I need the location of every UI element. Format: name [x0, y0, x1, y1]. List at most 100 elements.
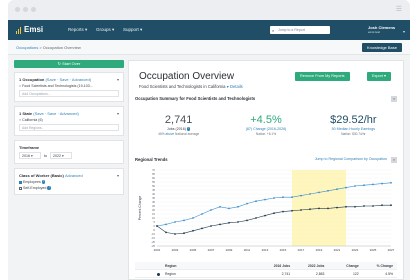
- export-button[interactable]: Export ▾: [367, 72, 391, 81]
- remove-x-icon[interactable]: ×: [19, 84, 21, 88]
- stat-earnings-label: 50 Median Hourly Earnings: [331, 127, 375, 131]
- timeframe-title: Timeframe: [19, 145, 40, 150]
- chart-svg: -25-20-15-10-505101520253035404550556065…: [138, 168, 395, 252]
- info-icon[interactable]: i: [41, 180, 46, 184]
- y-tick-label: 15: [152, 212, 155, 216]
- chevron-down-icon[interactable]: ▾: [403, 29, 405, 34]
- series-point-1: [219, 223, 221, 226]
- x-tick-label: 2001: [154, 248, 161, 252]
- chevron-down-icon[interactable]: ▾: [117, 111, 119, 116]
- employees-label: Employees: [23, 180, 41, 184]
- collapse-icon[interactable]: ≡: [391, 96, 397, 102]
- stat-earnings-value: $29.52/hr: [330, 114, 377, 126]
- y-tick-label: 20: [152, 208, 155, 212]
- chevron-down-icon[interactable]: ▾: [117, 77, 119, 82]
- series-point-1: [273, 212, 275, 215]
- series-line-0: [156, 182, 392, 227]
- minimize-dot-icon[interactable]: [23, 7, 28, 12]
- series-point-0: [327, 189, 329, 192]
- add-region-input[interactable]: Add Regions...: [19, 124, 119, 131]
- series-point-1: [300, 209, 302, 211]
- series-point-0: [300, 194, 302, 197]
- x-tick-label: 2027: [388, 248, 395, 252]
- add-occupation-input[interactable]: Add Occupations...: [19, 90, 119, 97]
- y-tick-label: 5: [154, 220, 156, 224]
- stat-change: +4.5% (87) Change (2016-2026) Nation: +6…: [222, 104, 309, 154]
- report-search-input[interactable]: ⌕ Jump to a Report: [270, 26, 330, 34]
- stat-jobs-note-post: National average: [174, 132, 200, 136]
- series-point-0: [381, 182, 383, 185]
- series-point-1: [255, 217, 257, 219]
- brand-logo[interactable]: Emsi: [16, 25, 43, 34]
- info-icon[interactable]: i: [47, 186, 51, 190]
- breadcrumb-current: Occupation Overview: [42, 45, 81, 50]
- nav-groups[interactable]: Groups ▾: [96, 27, 114, 33]
- close-dot-icon[interactable]: [15, 7, 20, 12]
- y-tick-label: 55: [152, 180, 155, 184]
- emsi-bars-icon: [16, 25, 22, 34]
- menu-icon[interactable]: ☰: [396, 5, 402, 13]
- series-point-1: [165, 231, 167, 234]
- breadcrumb-occupations[interactable]: Occupations: [16, 45, 38, 50]
- series-point-0: [291, 196, 293, 199]
- nav-support[interactable]: Support ▾: [123, 27, 142, 33]
- stat-jobs-note-link: above: [165, 132, 175, 136]
- series-point-1: [327, 207, 329, 210]
- self-employed-checkbox-row[interactable]: Self-Employed i: [19, 186, 119, 190]
- self-employed-checkbox[interactable]: [19, 186, 22, 190]
- brand-name: Emsi: [24, 25, 44, 34]
- user-menu[interactable]: Josh Clemens emsi.test: [368, 25, 395, 35]
- series-point-0: [210, 209, 212, 211]
- y-tick-label: -10: [151, 232, 155, 236]
- state-selected-label: California (6): [22, 118, 43, 122]
- knowledge-base-button[interactable]: Knowledge Base: [361, 43, 402, 52]
- timeframe-from-select[interactable]: 2016 ▾: [19, 152, 41, 159]
- worker-class-label: Class of Worker (Basic): [19, 173, 64, 178]
- occupation-filter-label: 1 Occupation: [19, 77, 45, 82]
- x-tick-label: 2007: [208, 248, 215, 252]
- timeframe-to-label: to: [44, 153, 47, 158]
- y-tick-label: 70: [152, 168, 155, 172]
- timeframe-row: 2016 ▾ to 2022 ▾: [19, 152, 119, 159]
- state-selected: ×California (6): [19, 118, 119, 122]
- info-icon[interactable]: i: [186, 127, 191, 131]
- filter-sidebar: ↻ Start Over 1 Occupation (Save · Save ·…: [14, 60, 124, 270]
- employees-checkbox-row[interactable]: Employees i: [19, 180, 119, 184]
- page-subtitle: Food Scientists and Technologists in Cal…: [139, 84, 243, 89]
- worker-class-advanced[interactable]: Advanced: [65, 173, 83, 178]
- remove-x-icon[interactable]: ×: [19, 118, 21, 122]
- user-org: emsi.test: [368, 30, 381, 34]
- nav-reports[interactable]: Reports ▾: [68, 27, 87, 33]
- state-filter-title: 1 State (Save · Save · Advanced): [19, 111, 119, 116]
- maximize-dot-icon[interactable]: [31, 7, 36, 12]
- details-link[interactable]: ▾ Details: [227, 84, 243, 89]
- series-point-0: [183, 219, 185, 222]
- series-point-0: [246, 202, 248, 205]
- col-change: Change: [346, 263, 359, 268]
- summary-stats: 2,741 Jobs (2016) i 46% above National a…: [135, 104, 397, 154]
- chevron-down-icon[interactable]: ▾: [117, 173, 119, 178]
- occupation-selected-label: Food Scientists and Technologists (19-10…: [22, 84, 93, 88]
- series-point-1: [201, 227, 203, 230]
- collapse-icon[interactable]: ≡: [391, 157, 397, 163]
- series-point-0: [219, 205, 221, 208]
- y-tick-label: -15: [151, 236, 155, 240]
- employees-checkbox[interactable]: [19, 180, 22, 184]
- row-change: 122: [353, 271, 359, 276]
- x-tick-label: 2003: [172, 248, 179, 252]
- state-filter-options[interactable]: (Save · Save · Advanced): [33, 111, 79, 116]
- series-point-1: [210, 225, 212, 227]
- row-pct-change: 4.5%: [385, 271, 393, 276]
- start-over-button[interactable]: ↻ Start Over: [14, 60, 124, 68]
- row-region-label: Region: [165, 271, 176, 276]
- occupation-filter-options[interactable]: (Save · Save · Advanced): [45, 77, 91, 82]
- x-tick-label: 2025: [370, 248, 377, 252]
- regional-comparison-link[interactable]: Jump to Regional Comparison by Occupatio…: [315, 157, 387, 161]
- y-tick-label: 60: [152, 176, 155, 180]
- row-2022-jobs: 2,863: [315, 271, 325, 276]
- occupation-filter-title: 1 Occupation (Save · Save · Advanced): [19, 77, 119, 82]
- y-tick-label: 30: [152, 200, 155, 204]
- summary-header: Occupation Summary for Food Scientists a…: [135, 96, 397, 104]
- remove-from-reports-button[interactable]: Remove From My Reports: [295, 72, 350, 81]
- timeframe-to-select[interactable]: 2022 ▾: [50, 152, 72, 159]
